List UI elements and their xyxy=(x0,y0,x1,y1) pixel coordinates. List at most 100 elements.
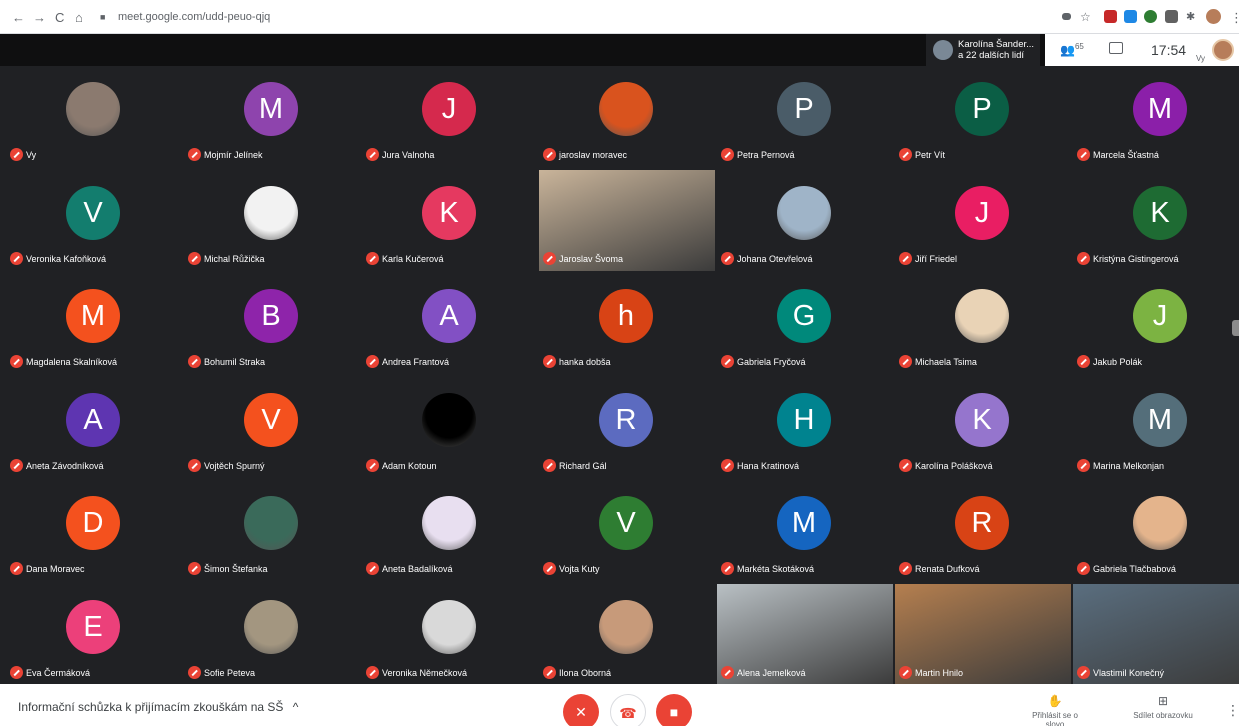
grid-extension-icon[interactable] xyxy=(1124,10,1137,23)
shield-extension-icon[interactable] xyxy=(1104,10,1117,23)
mic-muted-icon xyxy=(10,252,23,265)
microphone-toggle-button[interactable]: ✕ xyxy=(563,694,599,726)
participant-tile[interactable]: M Marina Melkonjan xyxy=(1073,377,1239,478)
participant-tile[interactable]: Jaroslav Švoma xyxy=(539,170,715,271)
presenter-avatar xyxy=(933,40,953,60)
mic-muted-icon xyxy=(899,666,912,679)
participant-tile[interactable]: Adam Kotoun xyxy=(362,377,538,478)
raise-hand-button[interactable]: ✋ Přihlásit se o slovo xyxy=(1030,694,1080,726)
participant-tile[interactable]: K Karla Kučerová xyxy=(362,170,538,271)
participant-tile[interactable]: Gabriela Tlačbabová xyxy=(1073,480,1239,581)
participant-tile[interactable]: K Karolína Polášková xyxy=(895,377,1071,478)
participant-tile[interactable]: R Renata Dufková xyxy=(895,480,1071,581)
participant-name: Renata Dufková xyxy=(915,564,980,574)
participants-button[interactable]: 👥65 xyxy=(1060,42,1084,57)
mic-muted-icon xyxy=(10,148,23,161)
participant-name: Gabriela Tlačbabová xyxy=(1093,564,1176,574)
participant-tile[interactable]: R Richard Gál xyxy=(539,377,715,478)
chat-icon[interactable] xyxy=(1109,42,1123,54)
participant-tile[interactable]: Aneta Badalíková xyxy=(362,480,538,581)
meeting-details-button[interactable]: Informační schůzka k přijímacím zkouškám… xyxy=(18,700,298,714)
participant-tile[interactable]: E Eva Čermáková xyxy=(6,584,182,685)
participant-tile[interactable]: V Veronika Kafoňková xyxy=(6,170,182,271)
participant-avatar: A xyxy=(422,289,476,343)
participant-name: Dana Moravec xyxy=(26,564,85,574)
participant-tile[interactable]: Michaela Tsima xyxy=(895,273,1071,374)
participant-avatar: G xyxy=(777,289,831,343)
participant-tile[interactable]: J Jakub Polák xyxy=(1073,273,1239,374)
mic-muted-icon xyxy=(188,252,201,265)
reload-icon[interactable]: C xyxy=(55,10,64,25)
participant-name: Marina Melkonjan xyxy=(1093,461,1165,471)
participant-tile[interactable]: J Jiří Friedel xyxy=(895,170,1071,271)
participant-tile[interactable]: V Vojta Kuty xyxy=(539,480,715,581)
participant-tile[interactable]: Veronika Němečková xyxy=(362,584,538,685)
grid-scroll-handle[interactable] xyxy=(1232,320,1239,336)
puzzle-icon[interactable]: ✱ xyxy=(1186,10,1195,23)
participant-name: Marcela Šťastná xyxy=(1093,150,1159,160)
participant-name: Mojmír Jelínek xyxy=(204,150,263,160)
back-icon[interactable]: ← xyxy=(12,10,25,25)
participant-tile[interactable]: A Andrea Frantová xyxy=(362,273,538,374)
meet-top-bar: 👥65 17:54 Vy xyxy=(1045,34,1239,66)
participant-tile[interactable]: B Bohumil Straka xyxy=(184,273,360,374)
presenter-chip[interactable]: Karolína Šander... a 22 dalších lidí xyxy=(926,34,1040,66)
camera-icon[interactable] xyxy=(1062,13,1071,20)
meet-grid-extension-icon[interactable] xyxy=(1165,10,1178,23)
menu-icon[interactable]: ⋮ xyxy=(1230,10,1239,26)
participant-tile[interactable]: M Marcela Šťastná xyxy=(1073,66,1239,167)
participant-tile[interactable]: P Petra Pernová xyxy=(717,66,893,167)
camera-off-icon: ■ xyxy=(669,704,679,720)
participant-tile[interactable]: Vlastimil Konečný xyxy=(1073,584,1239,685)
mic-muted-icon xyxy=(366,562,379,575)
participant-name: Karolína Polášková xyxy=(915,461,993,471)
participant-name: Aneta Závodníková xyxy=(26,461,104,471)
self-avatar[interactable] xyxy=(1212,39,1234,61)
participant-avatar: P xyxy=(955,82,1009,136)
pin-extension-icon[interactable] xyxy=(1144,10,1157,23)
mic-muted-icon xyxy=(188,666,201,679)
participant-tile[interactable]: J Jura Valnoha xyxy=(362,66,538,167)
participant-name: Vlastimil Konečný xyxy=(1093,668,1165,678)
star-icon[interactable]: ☆ xyxy=(1080,10,1091,24)
more-options-icon[interactable]: ⋮ xyxy=(1226,702,1239,719)
participant-tile[interactable]: M Markéta Skotáková xyxy=(717,480,893,581)
home-icon[interactable]: ⌂ xyxy=(75,10,83,25)
participant-tile[interactable]: V Vojtěch Spurný xyxy=(184,377,360,478)
participant-tile[interactable]: Vy xyxy=(6,66,182,167)
participant-tile[interactable]: K Kristýna Gistingerová xyxy=(1073,170,1239,271)
participant-name: Vojtěch Spurný xyxy=(204,461,265,471)
participant-tile[interactable]: Michal Růžička xyxy=(184,170,360,271)
forward-icon[interactable]: → xyxy=(33,10,46,25)
camera-toggle-button[interactable]: ■ xyxy=(656,694,692,726)
leave-call-button[interactable]: ☎ xyxy=(610,694,646,726)
present-screen-button[interactable]: ⊞ Sdílet obrazovku xyxy=(1128,694,1198,720)
participant-tile[interactable]: A Aneta Závodníková xyxy=(6,377,182,478)
participant-tile[interactable]: Martin Hnilo xyxy=(895,584,1071,685)
mic-muted-icon xyxy=(543,666,556,679)
presenter-name: Karolína Šander... xyxy=(958,39,1035,50)
participant-tile[interactable]: D Dana Moravec xyxy=(6,480,182,581)
participant-tile[interactable]: Sofie Peteva xyxy=(184,584,360,685)
mic-muted-icon xyxy=(543,459,556,472)
participant-tile[interactable]: Šimon Štefanka xyxy=(184,480,360,581)
participant-tile[interactable]: Alena Jemelková xyxy=(717,584,893,685)
participant-tile[interactable]: Ilona Oborná xyxy=(539,584,715,685)
participant-photo xyxy=(66,82,120,136)
participant-tile[interactable]: M Magdalena Skalníková xyxy=(6,273,182,374)
participant-name: Jiří Friedel xyxy=(915,254,958,264)
mic-muted-icon xyxy=(10,355,23,368)
participant-tile[interactable]: H Hana Kratinová xyxy=(717,377,893,478)
participant-avatar: K xyxy=(422,186,476,240)
participant-name: Jaroslav Švoma xyxy=(559,254,624,264)
profile-icon[interactable] xyxy=(1206,9,1221,24)
participant-tile[interactable]: G Gabriela Fryčová xyxy=(717,273,893,374)
participant-tile[interactable]: M Mojmír Jelínek xyxy=(184,66,360,167)
participant-tile[interactable]: Johana Otevřelová xyxy=(717,170,893,271)
mic-muted-icon xyxy=(721,459,734,472)
participant-tile[interactable]: jaroslav moravec xyxy=(539,66,715,167)
participant-tile[interactable]: P Petr Vít xyxy=(895,66,1071,167)
mic-muted-icon xyxy=(899,459,912,472)
participant-tile[interactable]: h hanka dobša xyxy=(539,273,715,374)
address-bar[interactable]: meet.google.com/udd-peuo-qjq xyxy=(118,11,270,23)
